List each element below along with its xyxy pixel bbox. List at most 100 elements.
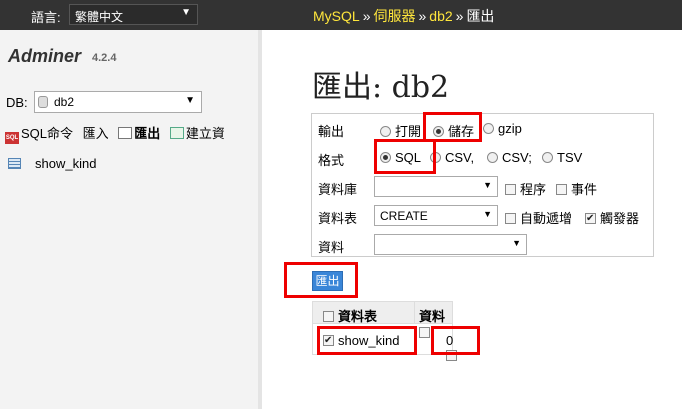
routines-label: 程序 bbox=[520, 182, 547, 197]
col-data-label: 資料 bbox=[419, 309, 446, 324]
db-select-value: db2 bbox=[54, 95, 75, 109]
db-label: DB: bbox=[6, 95, 28, 110]
events-option[interactable]: 事件 bbox=[556, 179, 597, 198]
format-tsv-option[interactable]: TSV bbox=[542, 150, 582, 165]
create-table-link[interactable]: 建立資 bbox=[169, 123, 225, 142]
col-table-header: 資料表 bbox=[323, 306, 377, 325]
chevron-down-icon: ▼ bbox=[483, 209, 492, 219]
format-csv-semicolon-option[interactable]: CSV; bbox=[487, 150, 532, 165]
radio-button[interactable] bbox=[487, 152, 498, 163]
row-table-cell: show_kind bbox=[323, 333, 399, 348]
export-label: 匯出 bbox=[134, 126, 161, 141]
data-checkbox[interactable] bbox=[446, 350, 457, 361]
row-table-name: show_kind bbox=[338, 333, 400, 348]
format-tsv-label: TSV bbox=[557, 150, 583, 165]
list-item[interactable]: show_kind bbox=[8, 156, 96, 171]
routines-option[interactable]: 程序 bbox=[505, 179, 546, 198]
top-bar: 語言: 繁體中文 ▼ MySQL» 伺服器» db2» 匯出 bbox=[0, 0, 682, 30]
export-button[interactable]: 匯出 bbox=[312, 271, 343, 291]
output-gzip-option[interactable]: gzip bbox=[483, 121, 522, 136]
data-label: 資料 bbox=[318, 240, 345, 255]
db-select[interactable]: db2 ▼ bbox=[34, 91, 202, 113]
app-version: 4.2.4 bbox=[92, 52, 117, 64]
chevron-down-icon: ▼ bbox=[512, 238, 521, 248]
data-row: 資料 ▼ bbox=[312, 230, 653, 259]
output-label: 輸出 bbox=[318, 124, 345, 139]
auto-increment-option[interactable]: 自動遞增 bbox=[505, 208, 572, 227]
tables-select[interactable]: CREATE ▼ bbox=[374, 205, 498, 226]
checkbox[interactable] bbox=[556, 184, 567, 195]
export-link[interactable]: 匯出 bbox=[118, 123, 160, 142]
row-data-cell: 0 bbox=[446, 333, 461, 363]
breadcrumb-separator: » bbox=[455, 8, 464, 24]
tables-select-value: CREATE bbox=[380, 209, 428, 223]
format-csv-semicolon-label: CSV; bbox=[502, 150, 532, 165]
breadcrumb: MySQL» 伺服器» db2» 匯出 bbox=[313, 6, 494, 26]
format-sql-option[interactable]: SQL bbox=[380, 150, 421, 165]
table-icon[interactable] bbox=[8, 158, 21, 169]
sql-command-link[interactable]: SQL SQL命令 bbox=[5, 123, 73, 144]
events-label: 事件 bbox=[571, 182, 598, 197]
breadcrumb-separator: » bbox=[418, 8, 427, 24]
database-label: 資料庫 bbox=[318, 182, 358, 197]
format-csv-comma-label: CSV, bbox=[445, 150, 475, 165]
export-options: 輸出 打開 儲存 gzip 格式 SQL CSV, CSV; TSV 資料庫 ▼… bbox=[311, 113, 654, 257]
triggers-label: 觸發器 bbox=[600, 211, 640, 226]
import-label: 匯入 bbox=[82, 126, 109, 141]
radio-button[interactable] bbox=[483, 123, 494, 134]
sidebar-links: SQL SQL命令 匯入 匯出 建立資 bbox=[5, 123, 231, 144]
checkbox[interactable] bbox=[505, 213, 516, 224]
format-csv-comma-option[interactable]: CSV, bbox=[430, 150, 474, 165]
data-select[interactable]: ▼ bbox=[374, 234, 527, 255]
table-link[interactable]: show_kind bbox=[35, 156, 96, 171]
language-value: 繁體中文 bbox=[75, 10, 124, 24]
app-name[interactable]: Adminer bbox=[8, 46, 81, 67]
radio-button[interactable] bbox=[430, 152, 441, 163]
breadcrumb-separator: » bbox=[362, 8, 371, 24]
chevron-down-icon: ▼ bbox=[181, 7, 191, 18]
page-title: 匯出: db2 bbox=[312, 70, 450, 105]
auto-increment-label: 自動遞增 bbox=[520, 211, 573, 226]
sql-command-label: SQL命令 bbox=[21, 126, 74, 141]
import-link[interactable]: 匯入 bbox=[83, 123, 109, 142]
table-checkbox[interactable] bbox=[323, 335, 334, 346]
output-save-option[interactable]: 儲存 bbox=[433, 121, 474, 140]
output-save-label: 儲存 bbox=[448, 124, 475, 139]
checkbox[interactable] bbox=[585, 213, 596, 224]
triggers-option[interactable]: 觸發器 bbox=[585, 208, 639, 227]
database-row: 資料庫 ▼ 程序 事件 bbox=[312, 172, 653, 201]
checkbox[interactable] bbox=[505, 184, 516, 195]
tables-row: 資料表 CREATE ▼ 自動遞增 觸發器 bbox=[312, 201, 653, 230]
create-table-icon bbox=[169, 127, 184, 139]
output-row: 輸出 打開 儲存 gzip bbox=[312, 114, 653, 143]
row-data-count: 0 bbox=[446, 333, 454, 348]
table-row: show_kind 0 bbox=[313, 325, 457, 361]
breadcrumb-current: 匯出 bbox=[466, 8, 495, 24]
divider bbox=[414, 302, 415, 324]
output-gzip-label: gzip bbox=[498, 121, 522, 136]
language-select[interactable]: 繁體中文 ▼ bbox=[69, 4, 198, 25]
breadcrumb-mysql[interactable]: MySQL bbox=[313, 8, 360, 24]
format-row: 格式 SQL CSV, CSV; TSV bbox=[312, 143, 653, 172]
sql-icon: SQL bbox=[5, 132, 19, 144]
table-list: show_kind bbox=[8, 156, 96, 171]
sidebar: Adminer 4.2.4 DB: db2 ▼ SQL SQL命令 匯入 匯出 建… bbox=[0, 30, 262, 409]
format-label: 格式 bbox=[318, 153, 345, 168]
database-select[interactable]: ▼ bbox=[374, 176, 498, 197]
language-label: 語言: bbox=[31, 10, 61, 25]
radio-button[interactable] bbox=[433, 126, 444, 137]
breadcrumb-server[interactable]: 伺服器 bbox=[373, 8, 415, 24]
output-open-option[interactable]: 打開 bbox=[380, 121, 421, 140]
radio-button[interactable] bbox=[380, 152, 391, 163]
radio-button[interactable] bbox=[380, 126, 391, 137]
create-table-label: 建立資 bbox=[185, 126, 225, 141]
radio-button[interactable] bbox=[542, 152, 553, 163]
select-all-tables-checkbox[interactable] bbox=[323, 311, 334, 322]
tables-selection-table: 資料表 資料 show_kind 0 bbox=[312, 301, 457, 361]
col-table-label: 資料表 bbox=[338, 309, 378, 324]
table-header: 資料表 資料 bbox=[313, 302, 452, 338]
tables-label: 資料表 bbox=[318, 211, 358, 226]
breadcrumb-db[interactable]: db2 bbox=[429, 8, 452, 24]
database-icon bbox=[38, 96, 48, 108]
output-open-label: 打開 bbox=[395, 124, 422, 139]
